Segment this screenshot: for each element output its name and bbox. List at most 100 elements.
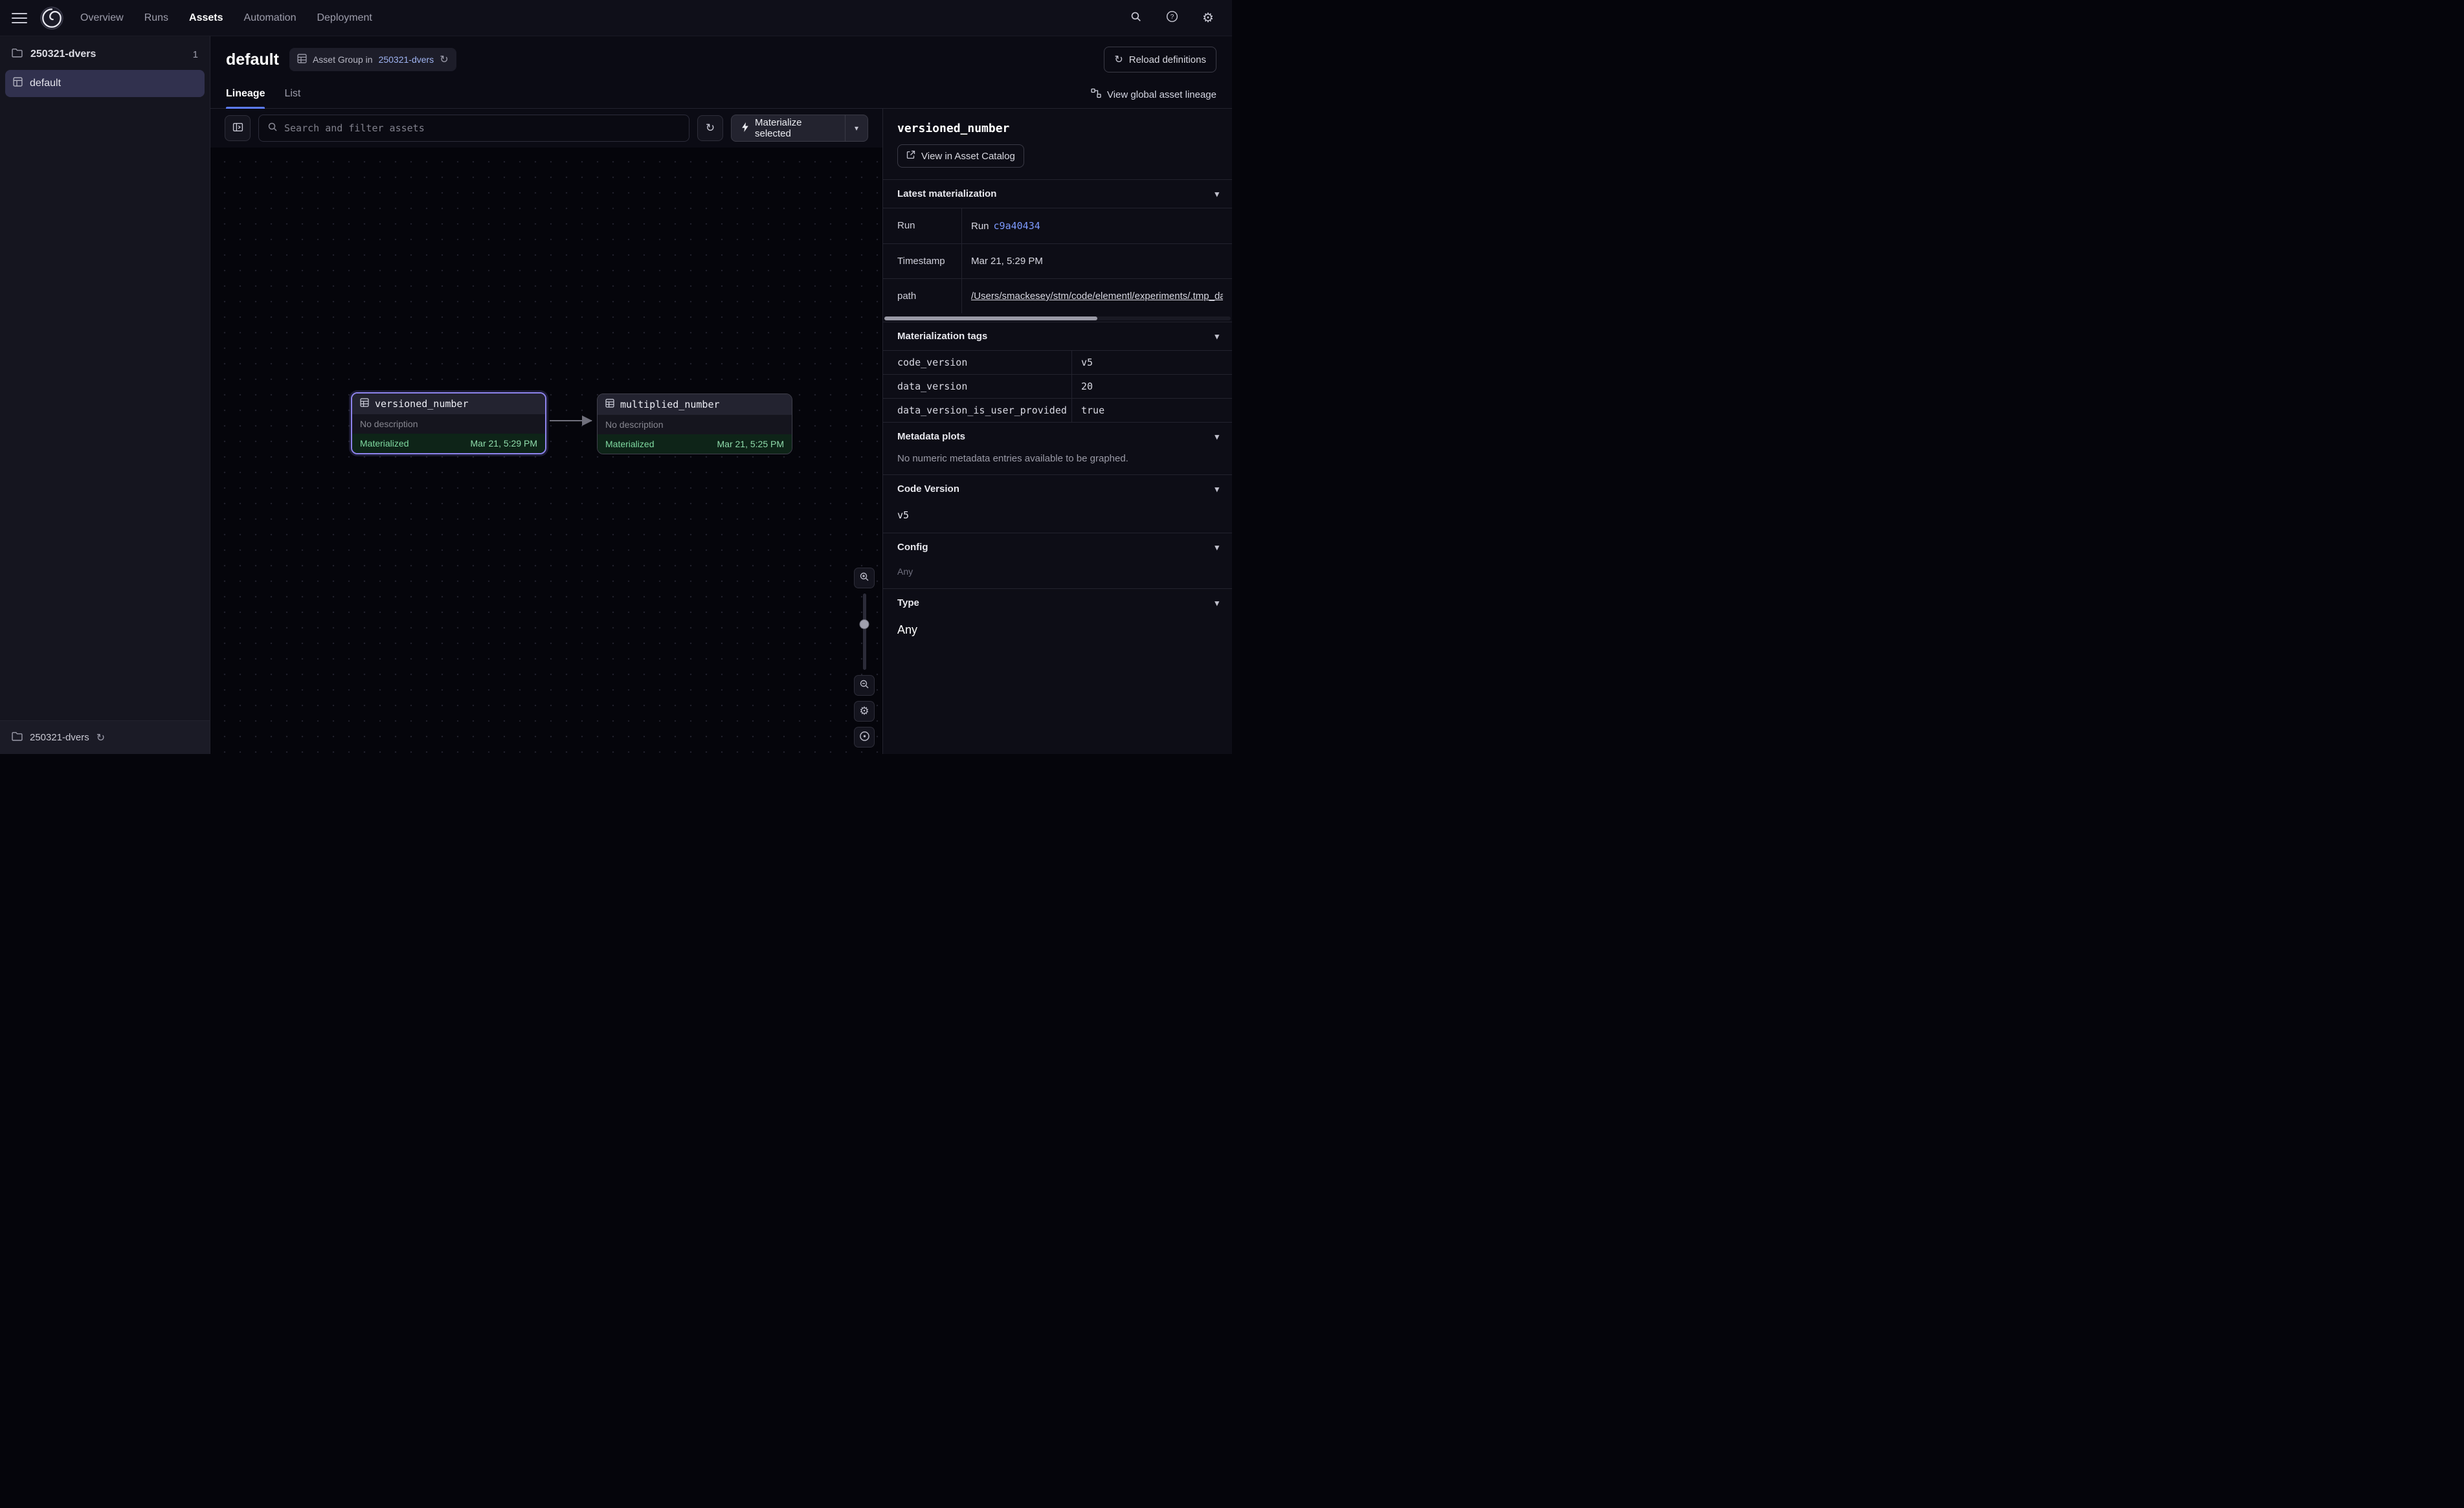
badge-group-link[interactable]: 250321-dvers [379,54,434,65]
materialized-status: Materialized [360,438,409,449]
materialized-timestamp: Mar 21, 5:25 PM [717,439,785,449]
materialize-selected-button[interactable]: Materialize selected [732,115,845,141]
nav-item-deployment[interactable]: Deployment [317,12,372,24]
lineage-canvas[interactable]: versioned_number No description Material… [210,148,882,754]
zoom-slider-handle[interactable] [860,619,869,629]
search-icon [1130,11,1141,25]
tabs-row: Lineage List View global asset lineage [210,79,1232,109]
row-key: path [883,279,962,313]
code-version-value: v5 [883,503,1232,533]
table-row: data_version_is_user_provided true [883,399,1232,422]
asset-group-badge[interactable]: Asset Group in 250321-dvers ↻ [289,48,456,71]
page-title: default [226,50,279,69]
sync-icon[interactable]: ↻ [96,731,105,744]
materialized-timestamp: Mar 21, 5:29 PM [471,438,538,449]
asset-search-box [258,115,689,142]
horizontal-scrollbar[interactable] [883,315,1232,322]
row-value: 20 [1072,375,1232,398]
refresh-icon: ↻ [706,122,715,135]
sidebar-group-row[interactable]: 250321-dvers 1 [0,36,210,70]
graph-toolbar: ↻ Materialize selected ▾ [210,109,882,148]
materialization-tags-table: code_version v5 data_version 20 data_ver… [883,350,1232,422]
section-config[interactable]: Config ▾ [883,533,1232,561]
section-metadata-plots[interactable]: Metadata plots ▾ [883,422,1232,450]
path-link[interactable]: /Users/smackesey/stm/code/elementl/exper… [971,291,1223,302]
sync-icon[interactable]: ↻ [440,53,448,66]
materialize-dropdown-button[interactable]: ▾ [846,115,868,141]
lightning-icon [741,122,749,135]
row-value: /Users/smackesey/stm/code/elementl/exper… [962,279,1232,313]
table-row: code_version v5 [883,351,1232,375]
settings-button[interactable]: ⚙ [1196,6,1220,30]
section-code-version[interactable]: Code Version ▾ [883,474,1232,503]
row-key: Run [883,208,962,243]
graph-settings-button[interactable]: ⚙ [854,701,875,722]
sidebar-footer-location[interactable]: 250321-dvers ↻ [0,720,210,754]
view-in-asset-catalog-label: View in Asset Catalog [921,151,1015,162]
config-value: Any [883,561,1232,588]
asset-node-header: versioned_number [352,394,545,414]
nav-item-runs[interactable]: Runs [144,12,168,24]
row-value: true [1072,399,1232,422]
section-title: Latest materialization [897,188,996,199]
zoom-slider[interactable] [854,593,875,670]
recenter-icon [859,731,870,744]
external-link-icon [906,150,915,162]
zoom-out-button[interactable] [854,675,875,696]
section-materialization-tags[interactable]: Materialization tags ▾ [883,322,1232,350]
section-latest-materialization[interactable]: Latest materialization ▾ [883,179,1232,208]
sidebar-group-label: 250321-dvers [30,49,96,60]
row-value: Run c9a40434 [962,208,1232,243]
sidebar-item-default[interactable]: default [5,70,205,97]
sidebar-footer-label: 250321-dvers [30,732,89,743]
hamburger-menu-icon[interactable] [12,13,27,23]
asset-node-name: multiplied_number [620,399,720,410]
row-key: data_version_is_user_provided [883,399,1072,422]
tab-lineage[interactable]: Lineage [226,88,265,108]
refresh-graph-button[interactable]: ↻ [697,115,723,141]
search-icon [267,122,278,135]
asset-node-status-bar: Materialized Mar 21, 5:29 PM [352,434,545,453]
search-button[interactable] [1123,6,1148,30]
asset-search-input[interactable] [284,122,680,134]
dagster-logo-icon[interactable] [39,5,65,31]
asset-node-description: No description [598,415,792,434]
tab-list[interactable]: List [284,88,300,108]
section-type[interactable]: Type ▾ [883,588,1232,617]
table-row: Run Run c9a40434 [883,208,1232,244]
lineage-edge-arrow [548,412,598,430]
nav-item-automation[interactable]: Automation [244,12,297,24]
table-row: data_version 20 [883,375,1232,399]
asset-group-icon [13,77,23,90]
nav-item-overview[interactable]: Overview [80,12,124,24]
sidebar-group-count: 1 [193,49,198,60]
row-key: data_version [883,375,1072,398]
zoom-in-button[interactable] [854,568,875,588]
sidebar-item-label: default [30,78,61,89]
section-title: Code Version [897,483,959,494]
scrollbar-thumb[interactable] [884,316,1097,320]
asset-node-versioned-number[interactable]: versioned_number No description Material… [351,392,546,454]
asset-node-multiplied-number[interactable]: multiplied_number No description Materia… [597,394,792,454]
svg-text:?: ? [1170,14,1174,21]
run-id-link[interactable]: c9a40434 [994,220,1040,232]
view-global-lineage-link[interactable]: View global asset lineage [1091,88,1216,108]
zoom-out-icon [859,679,869,692]
materialized-status: Materialized [605,439,654,449]
main-content: default Asset Group in 250321-dvers ↻ ↻ … [210,36,1232,754]
view-in-asset-catalog-button[interactable]: View in Asset Catalog [897,144,1024,168]
recenter-view-button[interactable] [854,727,875,748]
lineage-graph-area: ↻ Materialize selected ▾ [210,109,882,754]
reload-definitions-button[interactable]: ↻ Reload definitions [1104,47,1216,72]
toggle-sidebar-panel-button[interactable] [225,115,251,141]
help-button[interactable]: ? [1159,6,1184,30]
zoom-controls: ⚙ [854,568,875,748]
page-header: default Asset Group in 250321-dvers ↻ ↻ … [210,36,1232,79]
lineage-graph-icon [1091,88,1101,101]
chevron-down-icon: ▾ [1215,542,1219,553]
section-title: Materialization tags [897,331,987,342]
materialize-split-button: Materialize selected ▾ [731,115,868,142]
folder-icon [12,48,23,61]
nav-item-assets[interactable]: Assets [189,12,223,24]
metadata-plots-empty-text: No numeric metadata entries available to… [883,450,1232,474]
